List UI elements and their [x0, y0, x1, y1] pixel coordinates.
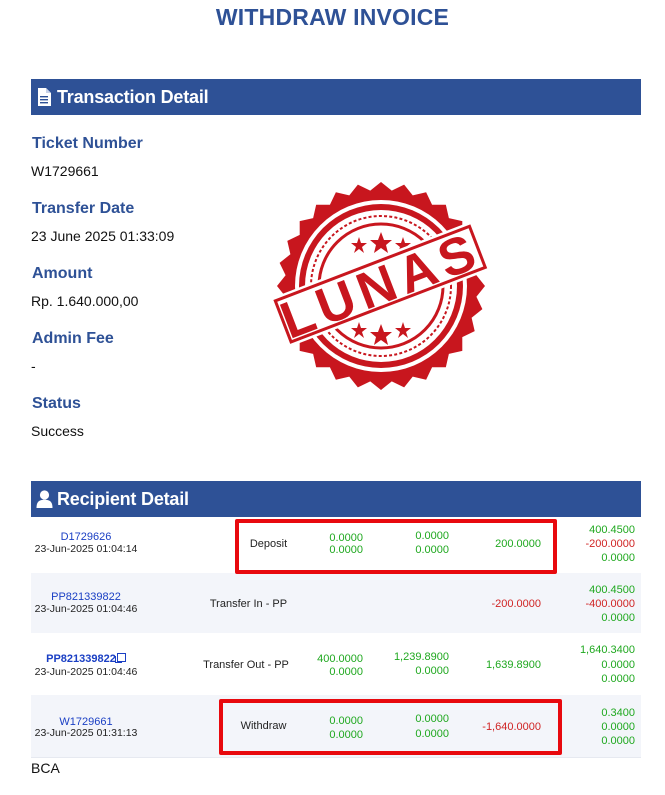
- amount-cell: 400.0000: [317, 653, 363, 665]
- balance-cell: 0.0000: [601, 612, 635, 624]
- amount-cell: 0.0000: [415, 665, 449, 677]
- transaction-date: 23-Jun-2025 01:04:14: [34, 543, 138, 555]
- transaction-date: 23-Jun-2025 01:04:46: [34, 666, 138, 678]
- balance-cell: 0.3400: [601, 707, 635, 719]
- transaction-id-link[interactable]: PP821339822: [31, 591, 141, 603]
- transfer-date-value: 23 June 2025 01:33:09: [31, 228, 175, 244]
- transaction-date: 23-Jun-2025 01:04:46: [34, 603, 138, 615]
- table-row: PP821339822 23-Jun-2025 01:04:46 Transfe…: [31, 573, 641, 633]
- balance-cell: 0.0000: [601, 659, 635, 671]
- balance-cell: 400.4500: [589, 524, 635, 536]
- lunas-stamp: LUNAS: [270, 182, 491, 390]
- transaction-id: PP821339822: [46, 653, 116, 665]
- admin-fee-label: Admin Fee: [32, 330, 114, 347]
- status-value: Success: [31, 423, 84, 439]
- document-icon: [35, 86, 53, 108]
- table-row: PP821339822 23-Jun-2025 01:04:46 Transfe…: [31, 633, 641, 695]
- transaction-id-link[interactable]: PP821339822: [31, 653, 141, 665]
- transaction-detail-header: Transaction Detail: [31, 79, 641, 115]
- ticket-number-value: W1729661: [31, 163, 99, 179]
- page-title: WITHDRAW INVOICE: [215, 4, 450, 30]
- balance-cell: 0.0000: [601, 552, 635, 564]
- transaction-detail-title: Transaction Detail: [57, 86, 209, 107]
- transaction-id-link[interactable]: D1729626: [31, 531, 141, 543]
- balance-cell: 400.4500: [589, 584, 635, 596]
- amount-value: Rp. 1.640.000,00: [31, 293, 139, 309]
- transaction-type: Transfer Out - PP: [203, 659, 289, 671]
- amount-cell: -200.0000: [491, 598, 541, 610]
- highlight-box-withdraw: [219, 699, 562, 755]
- recipient-detail-header: Recipient Detail: [31, 481, 641, 517]
- highlight-box-deposit: [235, 519, 557, 574]
- status-label: Status: [32, 395, 81, 412]
- transfer-date-label: Transfer Date: [32, 200, 135, 217]
- balance-cell: -200.0000: [585, 538, 635, 550]
- transaction-date: 23-Jun-2025 01:31:13: [34, 727, 138, 739]
- balance-cell: 0.0000: [601, 721, 635, 733]
- table-divider: [31, 757, 641, 758]
- amount-cell: 1,239.8900: [393, 651, 449, 663]
- amount-cell: 1,639.8900: [485, 659, 541, 671]
- amount-label: Amount: [32, 265, 93, 282]
- copy-icon[interactable]: [114, 653, 126, 663]
- recipient-detail-title: Recipient Detail: [57, 488, 189, 509]
- amount-cell: 0.0000: [329, 666, 363, 678]
- bank-name: BCA: [31, 760, 60, 776]
- admin-fee-value: -: [31, 358, 36, 374]
- user-icon: [35, 488, 53, 510]
- balance-cell: 0.0000: [601, 673, 635, 685]
- balance-cell: 0.0000: [601, 735, 635, 747]
- balance-cell: -400.0000: [585, 598, 635, 610]
- transaction-type: Transfer In - PP: [209, 598, 288, 610]
- balance-cell: 1,640.3400: [579, 644, 635, 656]
- ticket-number-label: Ticket Number: [32, 135, 143, 152]
